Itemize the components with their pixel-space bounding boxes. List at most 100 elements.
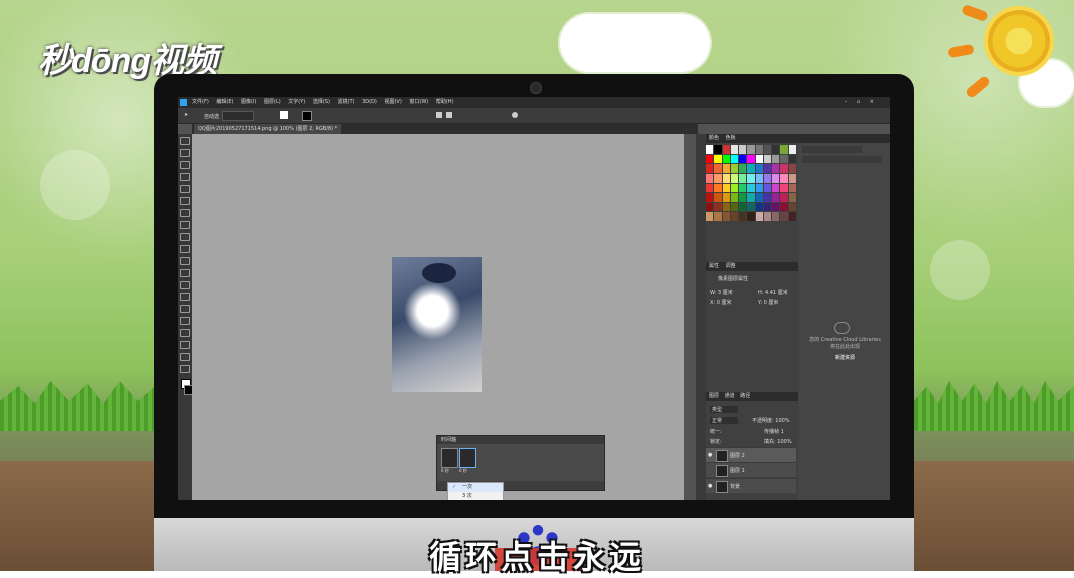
color-swatch[interactable]: [706, 154, 714, 164]
gradient-tool-icon[interactable]: [180, 269, 190, 277]
color-swatch[interactable]: [739, 183, 747, 193]
color-swatch[interactable]: [780, 164, 788, 173]
menu-item-select[interactable]: 选择(S): [313, 97, 330, 108]
color-swatch[interactable]: [722, 193, 730, 202]
tab-properties[interactable]: 属性: [709, 263, 719, 269]
color-swatch[interactable]: [780, 154, 788, 164]
color-swatch[interactable]: [747, 193, 755, 202]
color-swatch[interactable]: [747, 212, 755, 221]
tab-adjustments[interactable]: 调整: [726, 263, 736, 269]
color-swatch[interactable]: [722, 164, 730, 173]
color-swatch[interactable]: [763, 193, 772, 202]
lasso-tool-icon[interactable]: [180, 161, 190, 169]
document-tab[interactable]: QQ图片20190527171514.png @ 100% (图层 2, RGB…: [194, 124, 342, 134]
move-tool-icon[interactable]: ➤: [184, 112, 188, 118]
color-swatch[interactable]: [788, 173, 796, 183]
visibility-eye-icon[interactable]: ●: [708, 483, 712, 489]
color-swatch[interactable]: [706, 193, 714, 202]
color-swatch[interactable]: [763, 154, 772, 164]
color-swatch[interactable]: [714, 193, 722, 202]
color-swatch[interactable]: [722, 212, 730, 221]
clone-stamp-tool-icon[interactable]: [180, 233, 190, 241]
color-swatch[interactable]: [755, 145, 763, 154]
color-swatch[interactable]: [780, 193, 788, 202]
type-tool-icon[interactable]: [180, 317, 190, 325]
brush-tool-icon[interactable]: [180, 221, 190, 229]
color-swatch[interactable]: [714, 212, 722, 221]
color-swatch[interactable]: [780, 212, 788, 221]
color-swatch[interactable]: [747, 145, 755, 154]
auto-select-dropdown[interactable]: [222, 111, 254, 121]
crop-tool-icon[interactable]: [180, 185, 190, 193]
color-swatch[interactable]: [722, 173, 730, 183]
color-swatch[interactable]: [747, 164, 755, 173]
menu-item-3d[interactable]: 3D(D): [362, 97, 377, 108]
collapsed-panel-icons[interactable]: [696, 134, 706, 500]
pen-tool-icon[interactable]: [180, 305, 190, 313]
layer-name[interactable]: 图层 1: [730, 467, 745, 474]
color-swatch[interactable]: [747, 173, 755, 183]
x-field[interactable]: X: 0 厘米: [710, 299, 731, 306]
tab-layers[interactable]: 图层: [709, 393, 719, 399]
libraries-dropdown[interactable]: [802, 146, 862, 153]
y-field[interactable]: Y: 0 厘米: [758, 299, 778, 306]
move-tool-icon[interactable]: [180, 137, 190, 145]
color-swatch[interactable]: [772, 183, 780, 193]
path-select-tool-icon[interactable]: [180, 329, 190, 337]
tab-color[interactable]: 颜色: [709, 135, 719, 141]
color-swatch[interactable]: [722, 183, 730, 193]
fill-field[interactable]: 填充: 100%: [764, 438, 792, 445]
color-swatch[interactable]: [706, 212, 714, 221]
blur-tool-icon[interactable]: [180, 281, 190, 289]
menu-item-type[interactable]: 文字(Y): [288, 97, 305, 108]
color-swatch[interactable]: [706, 202, 714, 212]
layer-row[interactable]: 图层 1: [706, 462, 796, 477]
color-swatch[interactable]: [763, 145, 772, 154]
menu-item-edit[interactable]: 编辑(E): [216, 97, 233, 108]
color-swatch[interactable]: [739, 193, 747, 202]
layer-row[interactable]: ● 图层 2: [706, 447, 796, 462]
layer-row[interactable]: ● 背景: [706, 478, 796, 493]
width-field[interactable]: W: 3 厘米: [710, 289, 733, 296]
menu-item-window[interactable]: 窗口(W): [409, 97, 428, 108]
blend-mode-select[interactable]: 正常: [710, 417, 738, 424]
color-swatch[interactable]: [772, 145, 780, 154]
color-swatch[interactable]: [714, 164, 722, 173]
color-swatch[interactable]: [788, 164, 796, 173]
color-swatch[interactable]: [780, 145, 788, 154]
healing-brush-tool-icon[interactable]: [180, 209, 190, 217]
color-swatch[interactable]: [739, 173, 747, 183]
color-swatch[interactable]: [730, 145, 739, 154]
color-swatch[interactable]: [730, 202, 739, 212]
eraser-tool-icon[interactable]: [180, 257, 190, 265]
color-swatch[interactable]: [763, 202, 772, 212]
color-swatch[interactable]: [755, 183, 763, 193]
color-swatch[interactable]: [755, 173, 763, 183]
history-brush-tool-icon[interactable]: [180, 245, 190, 253]
color-swatch[interactable]: [788, 154, 796, 164]
fill-swatch[interactable]: [280, 111, 288, 119]
color-swatch[interactable]: [714, 145, 722, 154]
libraries-search-input[interactable]: [802, 156, 882, 163]
tab-swatches[interactable]: 色板: [726, 135, 736, 141]
color-swatch[interactable]: [763, 173, 772, 183]
kind-filter[interactable]: 类型: [710, 406, 738, 413]
layer-name[interactable]: 背景: [730, 483, 740, 490]
color-swatch[interactable]: [714, 173, 722, 183]
color-swatch[interactable]: [730, 164, 739, 173]
height-field[interactable]: H: 4.41 厘米: [758, 289, 788, 296]
animation-frame-1[interactable]: [441, 448, 458, 468]
color-swatch[interactable]: [706, 145, 714, 154]
gear-icon[interactable]: [512, 112, 518, 118]
color-swatch[interactable]: [780, 202, 788, 212]
color-swatch[interactable]: [763, 183, 772, 193]
search-workspace-icons[interactable]: [848, 111, 884, 119]
color-swatch[interactable]: [739, 145, 747, 154]
color-swatch[interactable]: [755, 164, 763, 173]
quick-select-tool-icon[interactable]: [180, 173, 190, 181]
document-image[interactable]: [392, 257, 482, 392]
color-swatch[interactable]: [730, 154, 739, 164]
color-swatch[interactable]: [788, 202, 796, 212]
stroke-swatch[interactable]: [302, 111, 312, 121]
menu-item-file[interactable]: 文件(F): [192, 97, 209, 108]
